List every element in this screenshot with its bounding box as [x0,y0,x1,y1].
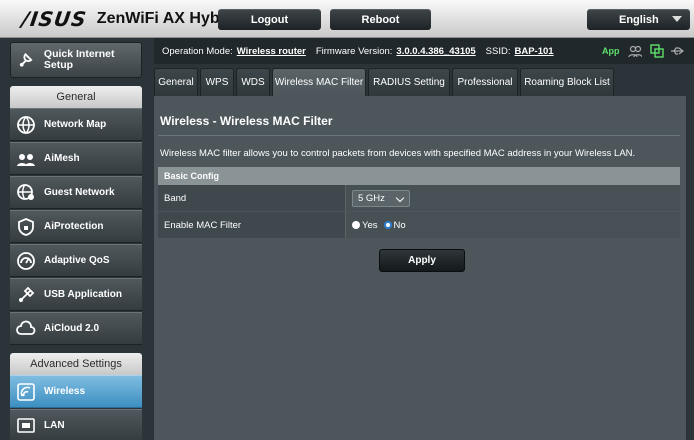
sidebar-item-guest-network[interactable]: Guest Network [10,176,142,209]
content-panel: Wireless - Wireless MAC Filter Wireless … [154,96,686,440]
asus-logo-mark: /ISUS [20,7,89,31]
ssid-label: SSID: [485,45,511,57]
no-radio-label: No [393,219,406,231]
sidebar-item-adaptive-qos[interactable]: Adaptive QoS [10,244,142,277]
language-select[interactable]: English [587,9,690,30]
sidebar-item-wireless[interactable]: Wireless [10,375,142,408]
advanced-settings-heading: Advanced Settings [10,353,142,375]
top-header: /ISUS ZenWiFi AX Hybrid Logout Reboot En… [0,0,694,38]
sidebar: Quick Internet Setup General Network Map… [0,38,150,440]
guest-network-icon [16,183,36,203]
band-row: Band 5 GHz [158,185,680,211]
sidebar-item-aiprotection[interactable]: AiProtection [10,210,142,243]
sidebar-item-label: LAN [44,420,65,431]
tab-professional[interactable]: Professional [452,68,518,96]
firmware-label: Firmware Version: [315,45,393,57]
chevron-down-icon [672,16,682,22]
asus-logo: /ISUS ZenWiFi AX Hybrid [20,7,240,31]
op-mode-label: Operation Mode: [162,45,233,57]
tab-radius-setting[interactable]: RADIUS Setting [368,68,450,96]
title-divider [158,135,680,136]
quick-internet-setup-button[interactable]: Quick Internet Setup [10,42,142,78]
status-bar: Operation Mode: Wireless router Firmware… [154,38,694,64]
aicloud-icon [16,319,36,339]
tab-general[interactable]: General [154,68,198,96]
quick-setup-icon [17,50,36,70]
lan-icon [16,416,36,436]
basic-config-header: Basic Config [158,167,680,185]
usb-application-icon [16,285,36,305]
aiprotection-icon [16,217,36,237]
band-selected-value: 5 GHz [358,192,385,204]
language-label: English [619,13,659,26]
usb-icon[interactable] [670,44,684,58]
sidebar-item-usb-application[interactable]: USB Application [10,278,142,311]
sidebar-item-lan[interactable]: LAN [10,409,142,440]
mac-filter-value-cell: Yes No [345,212,680,238]
general-section-heading: General [10,86,142,108]
sidebar-item-label: Network Map [44,119,107,130]
app-link[interactable]: App [602,46,620,56]
op-mode-link[interactable]: Wireless router [237,46,306,57]
page-description: Wireless MAC filter allows you to contro… [160,148,636,159]
sidebar-item-aimesh[interactable]: AiMesh [10,142,142,175]
page-title: Wireless - Wireless MAC Filter [160,114,333,128]
band-label: Band [158,185,345,211]
band-select[interactable]: 5 GHz [352,189,410,207]
quick-setup-label: Quick Internet Setup [43,48,115,71]
network-map-icon [16,115,36,135]
sidebar-item-aicloud[interactable]: AiCloud 2.0 [10,312,142,345]
aimesh-icon [16,149,36,169]
wireless-icon [16,382,36,402]
yes-radio[interactable] [352,221,360,229]
sidebar-item-network-map[interactable]: Network Map [10,108,142,141]
sidebar-item-label: Guest Network [44,187,115,198]
sidebar-item-label: USB Application [44,289,122,300]
band-value-cell: 5 GHz [345,185,680,211]
tab-wireless-mac-filter[interactable]: Wireless MAC Filter [272,68,366,96]
adaptive-qos-icon [16,251,36,271]
tab-bar: General WPS WDS Wireless MAC Filter RADI… [154,68,614,96]
yes-radio-label: Yes [362,219,378,231]
firmware-link[interactable]: 3.0.0.4.386_43105 [396,46,475,57]
tab-wps[interactable]: WPS [200,68,234,96]
apply-button[interactable]: Apply [379,249,465,272]
reboot-button[interactable]: Reboot [330,9,431,30]
chevron-down-icon [395,193,405,202]
users-icon[interactable] [628,44,643,58]
mac-filter-row: Enable MAC Filter Yes No [158,212,680,238]
tab-wds[interactable]: WDS [236,68,270,96]
mac-filter-label: Enable MAC Filter [158,212,345,238]
sidebar-item-label: AiMesh [44,153,80,164]
sidebar-item-label: Adaptive QoS [44,255,110,266]
ssid-link[interactable]: BAP-101 [514,46,553,57]
no-radio[interactable] [383,221,392,229]
sidebar-item-label: AiProtection [44,221,104,232]
tab-roaming-block-list[interactable]: Roaming Block List [520,68,614,96]
sidebar-item-label: Wireless [44,386,86,397]
sidebar-item-label: AiCloud 2.0 [44,323,100,334]
copy-icon[interactable] [650,44,664,58]
logout-button[interactable]: Logout [218,9,321,30]
